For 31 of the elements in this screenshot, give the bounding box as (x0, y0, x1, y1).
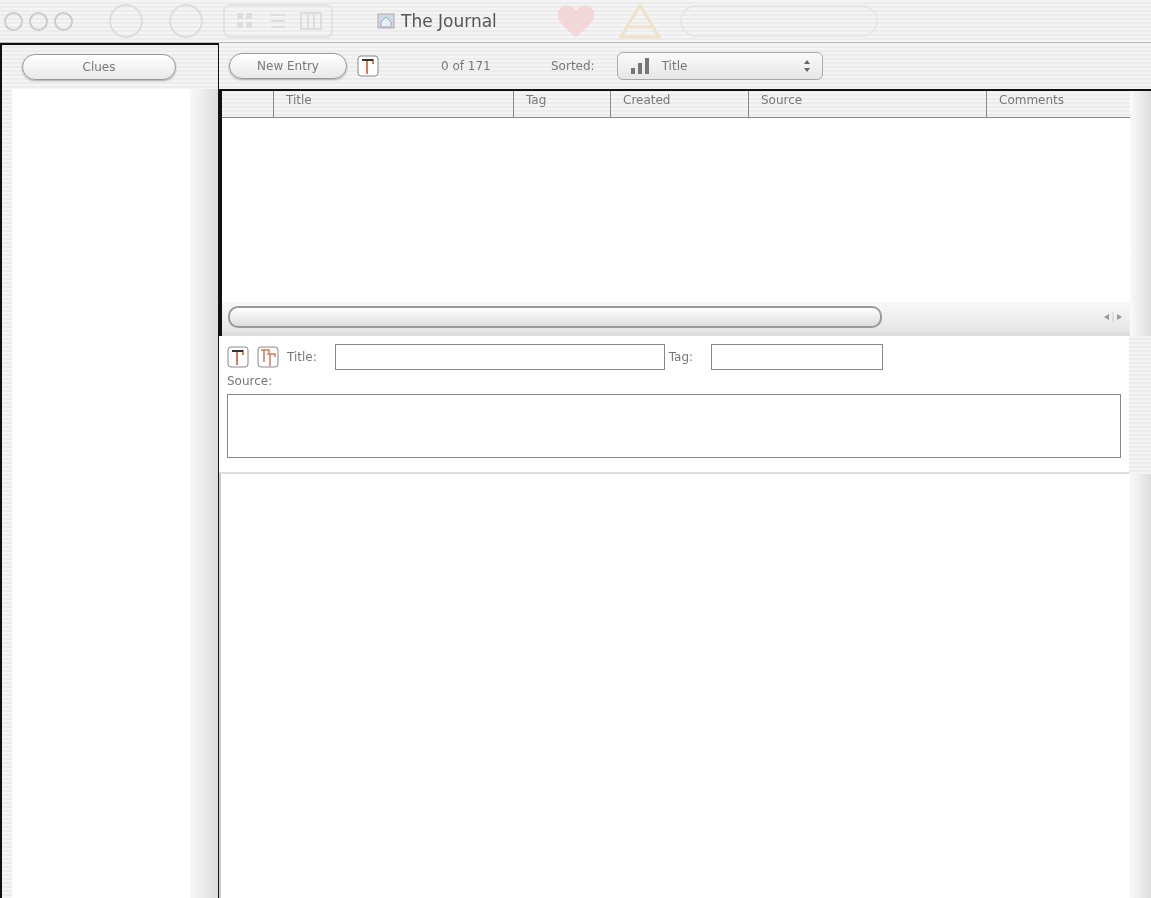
sort-label: Sorted: (551, 59, 595, 73)
scrollbar[interactable] (1129, 474, 1151, 898)
scrollbar[interactable] (1130, 91, 1151, 336)
scrollbar-thumb[interactable] (228, 306, 882, 328)
column-header[interactable]: Tag (513, 91, 610, 117)
column-header[interactable]: Created (610, 91, 748, 117)
zoom-icon[interactable] (54, 11, 73, 31)
tag-label: Tag: (668, 350, 694, 364)
close-icon[interactable] (4, 11, 23, 31)
minimize-icon[interactable] (29, 11, 48, 31)
new-entry-button[interactable]: New Entry (229, 53, 347, 79)
sort-select[interactable]: Title (616, 52, 823, 80)
title-field[interactable] (334, 344, 665, 370)
entry-count: 0 of 171 (441, 59, 492, 73)
scrollbar[interactable] (190, 89, 218, 898)
title-label: Title: (287, 350, 317, 364)
house-icon (377, 13, 395, 29)
column-header[interactable]: Source (748, 91, 986, 117)
bars-icon (629, 57, 650, 75)
comments-editor[interactable] (219, 474, 1129, 898)
window-title: The Journal (401, 11, 497, 31)
clues-button[interactable]: Clues (22, 54, 176, 80)
column-header[interactable]: Title (273, 91, 513, 117)
source-label: Source: (227, 374, 274, 388)
entry-icon[interactable] (357, 55, 379, 77)
updown-arrows-icon (801, 58, 812, 74)
entries-icon[interactable] (257, 346, 279, 368)
entry-icon[interactable] (227, 346, 249, 368)
column-header[interactable]: Comments (986, 91, 1128, 117)
source-field[interactable] (227, 394, 1121, 458)
tag-field[interactable] (711, 344, 884, 370)
